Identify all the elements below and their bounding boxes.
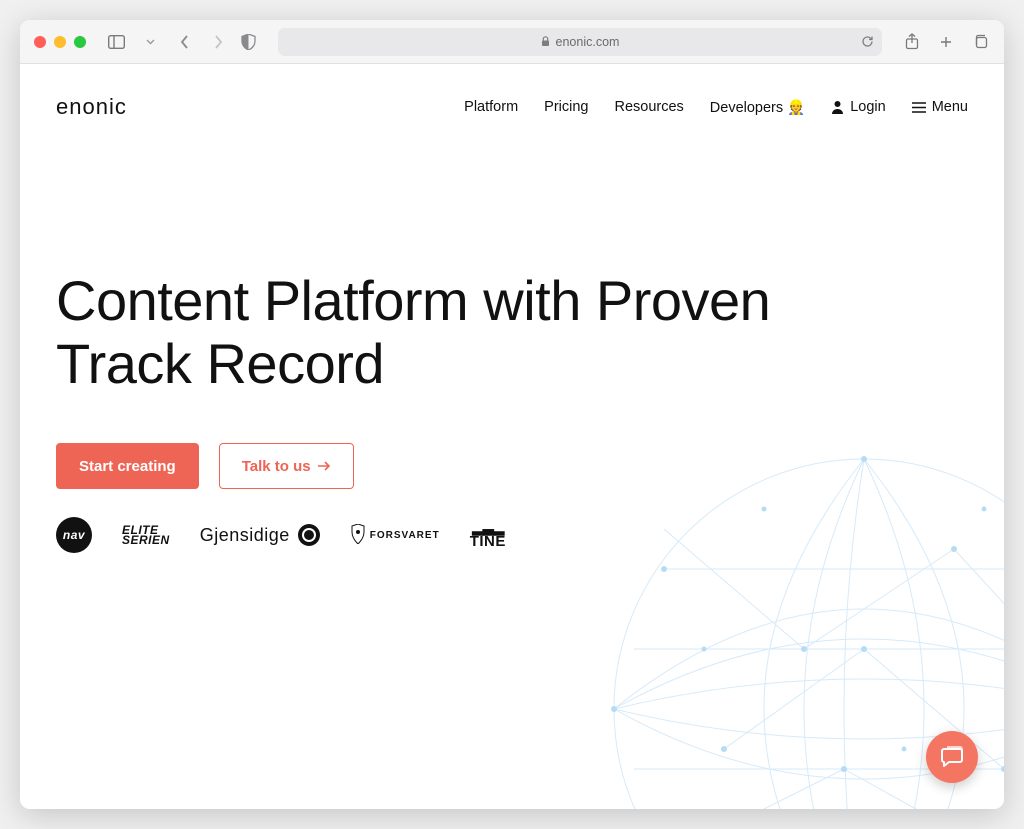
arrow-right-icon <box>317 458 331 475</box>
main-nav: Platform Pricing Resources Developers 👷 … <box>464 99 968 116</box>
talk-to-us-button[interactable]: Talk to us <box>219 443 354 489</box>
site-logo[interactable]: enonic <box>56 94 127 120</box>
gjensidige-mark-icon <box>298 524 320 546</box>
nav-pricing[interactable]: Pricing <box>544 99 588 115</box>
client-logo-eliteserien-text: ELITE SERIEN <box>122 525 170 547</box>
client-logo-gjensidige: Gjensidige <box>200 524 320 546</box>
nav-login[interactable]: Login <box>831 99 885 115</box>
nav-platform[interactable]: Platform <box>464 99 518 115</box>
maximize-window-button[interactable] <box>74 36 86 48</box>
privacy-shield-icon[interactable] <box>238 32 258 52</box>
chevron-down-icon[interactable] <box>140 32 160 52</box>
hero-title: Content Platform with Proven Track Recor… <box>56 270 804 395</box>
site-header: enonic Platform Pricing Resources Develo… <box>20 64 1004 120</box>
nav-menu[interactable]: Menu <box>912 99 968 115</box>
user-icon <box>831 100 844 114</box>
refresh-icon[interactable] <box>861 35 874 48</box>
close-window-button[interactable] <box>34 36 46 48</box>
client-logo-gjensidige-text: Gjensidige <box>200 525 290 546</box>
browser-titlebar: enonic.com <box>20 20 1004 64</box>
hamburger-icon <box>912 102 926 113</box>
nav-login-label: Login <box>850 99 885 115</box>
share-icon[interactable] <box>902 32 922 52</box>
nav-menu-label: Menu <box>932 99 968 115</box>
nav-resources[interactable]: Resources <box>614 99 683 115</box>
client-logo-forsvaret: FORSVARET <box>350 524 440 547</box>
client-logo-tine: ▂▃▂ TINE <box>470 523 506 548</box>
page-content: enonic Platform Pricing Resources Develo… <box>20 64 1004 809</box>
forward-button[interactable] <box>208 32 228 52</box>
tine-bars-icon: ▂▃▂ <box>472 523 504 534</box>
client-logo-tine-text: TINE <box>470 537 506 548</box>
sidebar-toggle-icon[interactable] <box>106 32 126 52</box>
client-logo-forsvaret-text: FORSVARET <box>370 530 440 541</box>
client-logo-nav: nav <box>56 517 92 553</box>
window-controls <box>34 36 86 48</box>
client-logo-eliteserien: ELITE SERIEN <box>122 525 170 547</box>
crest-icon <box>350 524 366 547</box>
talk-to-us-label: Talk to us <box>242 458 311 475</box>
chat-widget-button[interactable] <box>926 731 978 783</box>
nav-developers[interactable]: Developers 👷 <box>710 99 805 116</box>
tabs-overview-icon[interactable] <box>970 32 990 52</box>
minimize-window-button[interactable] <box>54 36 66 48</box>
chat-icon <box>940 745 964 769</box>
back-button[interactable] <box>174 32 194 52</box>
start-creating-button[interactable]: Start creating <box>56 443 199 489</box>
address-bar[interactable]: enonic.com <box>278 28 882 56</box>
lock-icon <box>541 36 550 47</box>
browser-window: enonic.com enonic Platform Pricing Reso <box>20 20 1004 809</box>
address-bar-text: enonic.com <box>556 35 620 49</box>
new-tab-icon[interactable] <box>936 32 956 52</box>
